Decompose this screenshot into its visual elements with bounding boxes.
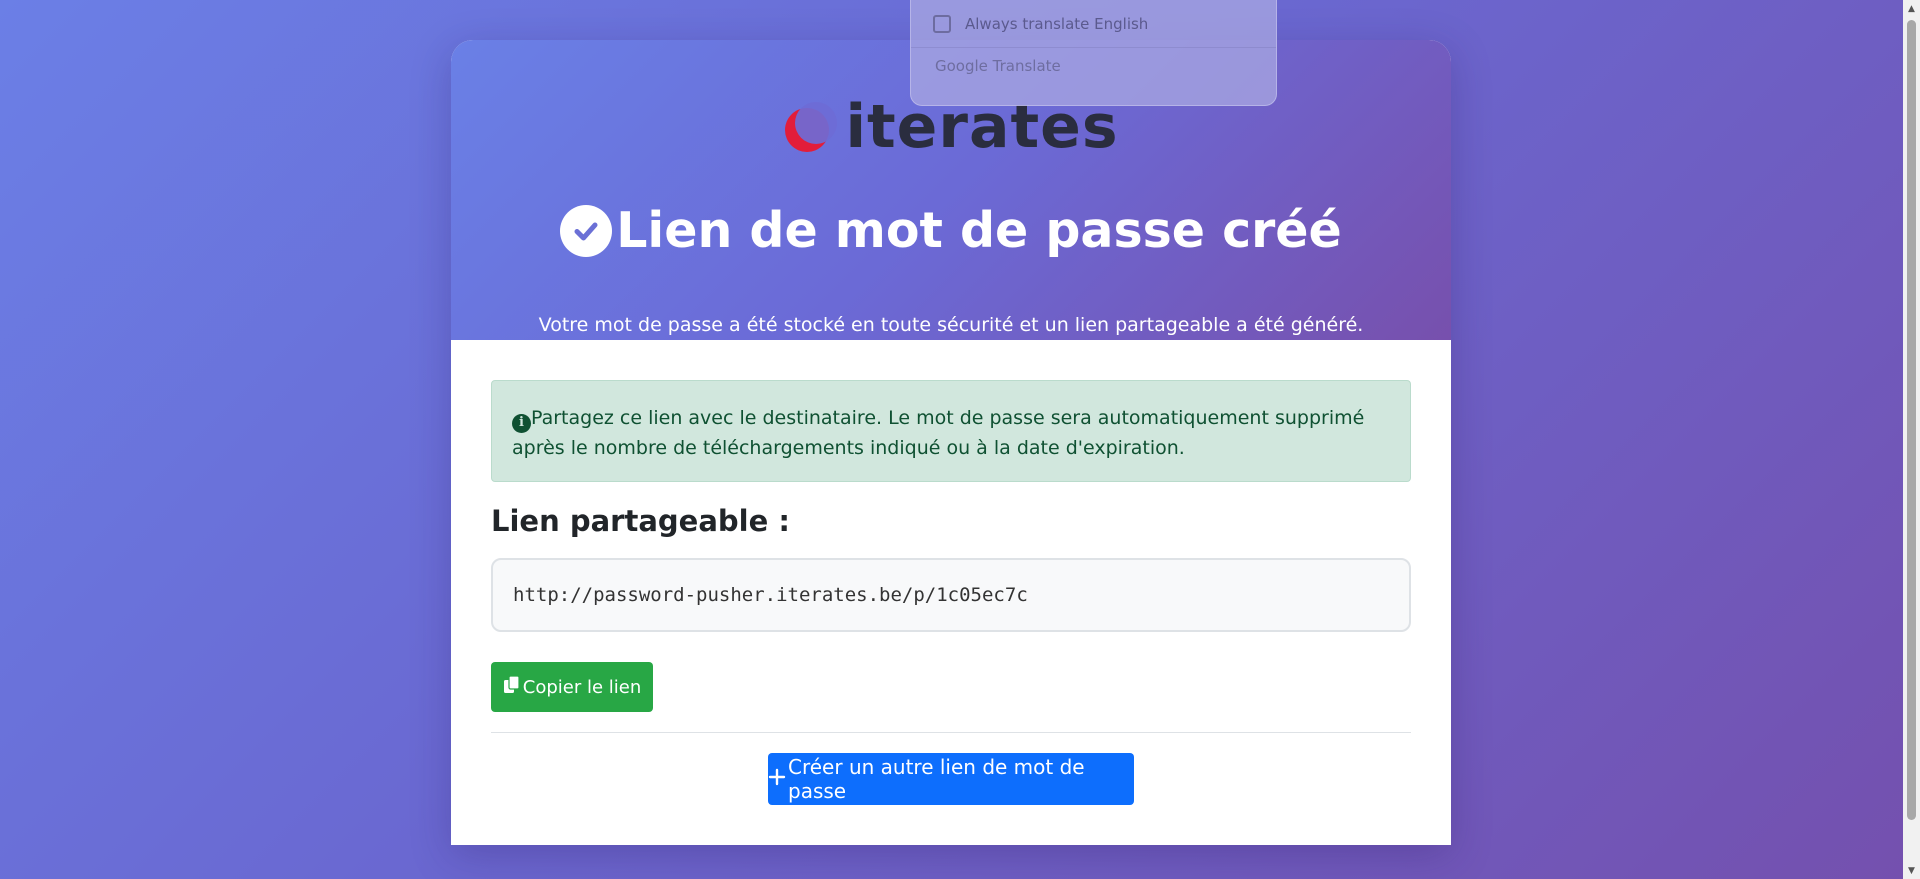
always-translate-checkbox[interactable] [933,15,951,33]
create-another-link-button[interactable]: Créer un autre lien de mot de passe [768,753,1134,805]
copy-link-label: Copier le lien [522,676,642,698]
always-translate-row[interactable]: Always translate English [911,1,1276,48]
share-link-url: http://password-pusher.iterates.be/p/1c0… [513,584,1028,606]
scroll-up-arrow-icon[interactable]: ▲ [1903,0,1920,17]
logo-mark-icon [783,99,839,155]
page-scrollbar[interactable]: ▲ ▼ [1903,0,1920,879]
create-another-link-label: Créer un autre lien de mot de passe [788,755,1085,803]
scrollbar-thumb[interactable] [1907,20,1916,820]
check-circle-icon [560,204,613,257]
info-icon: i [512,413,531,433]
translate-popup: Always translate English Google Translat… [910,0,1277,106]
logo-wordmark: iterates [845,92,1119,162]
copy-icon [503,674,521,700]
share-link-field[interactable]: http://password-pusher.iterates.be/p/1c0… [491,558,1411,632]
divider [491,732,1411,733]
scroll-down-arrow-icon[interactable]: ▼ [1903,862,1920,879]
google-translate-brand: Google Translate [935,57,1061,75]
share-link-label: Lien partageable : [491,504,790,538]
always-translate-label: Always translate English [965,15,1149,33]
card-body: i Partagez ce lien avec le destinataire. … [451,340,1451,845]
page-title: Lien de mot de passe créé [616,202,1342,259]
password-card: iterates Lien de mot de passe créé Votre… [451,40,1451,845]
info-alert: i Partagez ce lien avec le destinataire. … [491,380,1411,482]
page-subtitle: Votre mot de passe a été stocké en toute… [538,314,1364,336]
info-alert-text: Partagez ce lien avec le destinataire. L… [512,407,1365,459]
plus-icon [768,767,786,791]
copy-link-button[interactable]: Copier le lien [491,662,653,712]
page-title-row: Lien de mot de passe créé [451,202,1451,259]
